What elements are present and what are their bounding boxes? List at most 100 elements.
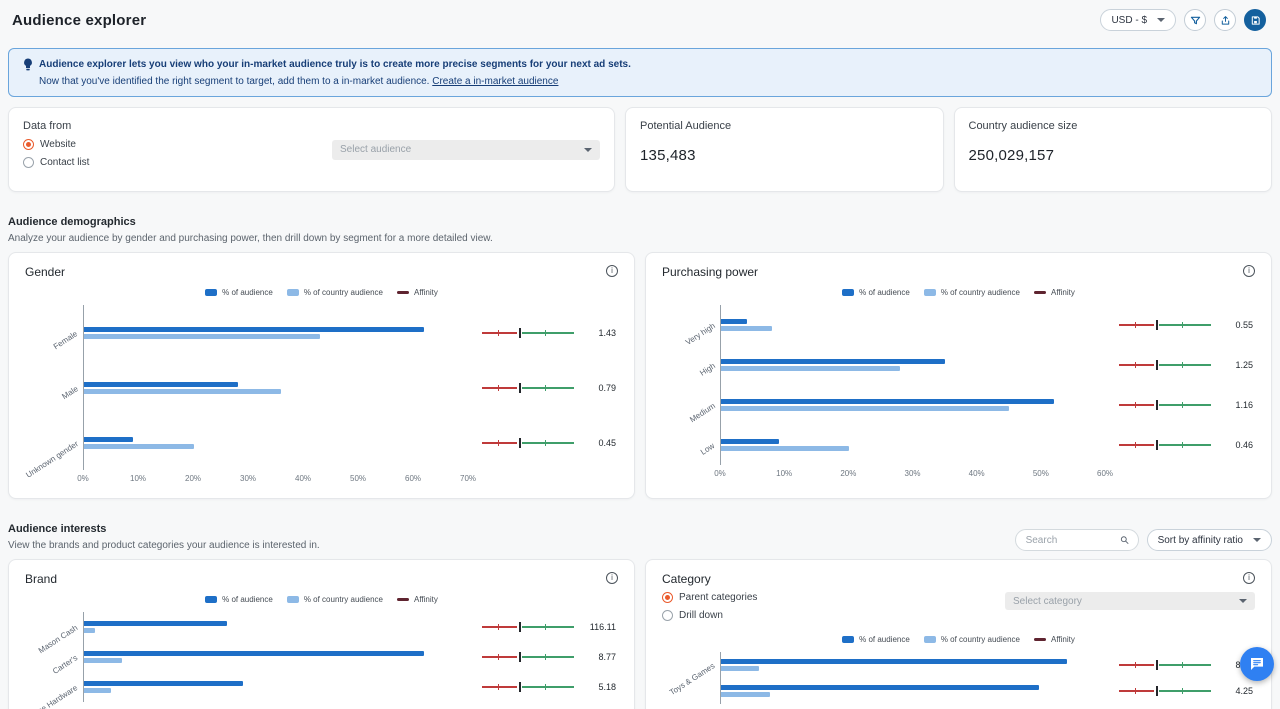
country-swatch — [287, 289, 299, 296]
export-button[interactable] — [1214, 9, 1236, 31]
funnel-icon — [1190, 15, 1201, 26]
chart-legend: % of audience % of country audience Affi… — [25, 288, 618, 297]
affinity-marker — [482, 437, 574, 449]
category-label: Mason Cash — [25, 612, 83, 642]
sort-select[interactable]: Sort by affinity ratio — [1147, 529, 1272, 551]
category-label — [662, 678, 720, 704]
audience-bar — [84, 651, 424, 656]
affinity-value: 4.25 — [1219, 686, 1253, 696]
audience-select[interactable]: Select audience — [332, 140, 600, 160]
info-icon[interactable]: i — [606, 265, 618, 277]
affinity-marker — [482, 382, 574, 394]
radio-dot — [23, 139, 34, 150]
affinity-cell: 0.45 — [468, 415, 618, 470]
affinity-cell: 1.16 — [1105, 385, 1255, 425]
radio-dot — [23, 157, 34, 168]
audience-bar — [721, 319, 747, 324]
top-bar: Audience explorer USD - $ — [0, 0, 1280, 40]
category-label: Medium — [662, 385, 720, 425]
country-bar — [721, 406, 1009, 411]
radio-website[interactable]: Website — [23, 139, 89, 150]
country-bar — [84, 334, 320, 339]
save-icon — [1250, 15, 1261, 26]
chevron-down-icon — [1253, 538, 1261, 546]
demographics-charts-row: Gender i % of audience % of country audi… — [8, 252, 1272, 499]
chevron-down-icon — [1239, 599, 1247, 607]
category-label: Very high — [662, 305, 720, 345]
chart-title: Purchasing power — [662, 265, 758, 279]
interests-charts-row: Brand i % of audience % of country audie… — [8, 559, 1272, 709]
chart-title: Gender — [25, 265, 65, 279]
purchasing-power-chart: Very high0.55High1.25Medium1.16Low0.460%… — [662, 305, 1255, 481]
country-bar — [721, 366, 900, 371]
stat-label: Country audience size — [969, 120, 1258, 132]
radio-drill-down[interactable]: Drill down — [662, 610, 757, 621]
bar-group — [720, 425, 1105, 465]
affinity-cell: 0.55 — [1105, 305, 1255, 345]
country-bar — [721, 666, 759, 671]
country-bar — [721, 692, 770, 697]
affinity-value: 0.79 — [582, 383, 616, 393]
summary-cards-row: Data from Website Contact list Select au… — [8, 107, 1272, 192]
audience-bar — [84, 327, 424, 332]
search-input[interactable] — [1026, 535, 1121, 546]
category-controls: Parent categories Drill down Select cate… — [662, 590, 1255, 621]
affinity-marker — [1119, 685, 1211, 697]
audience-bar — [84, 681, 243, 686]
category-label: Unknown gender — [25, 415, 83, 470]
affinity-cell: 8.77 — [1105, 652, 1255, 678]
bar-group — [720, 678, 1105, 704]
bar-group — [720, 345, 1105, 385]
category-select[interactable]: Select category — [1005, 592, 1255, 610]
bar-group — [83, 612, 468, 642]
interests-controls: Sort by affinity ratio — [1015, 529, 1272, 551]
bar-group — [83, 360, 468, 415]
chart-legend: % of audience % of country audience Affi… — [25, 595, 618, 604]
category-label: Ace Hardware — [25, 672, 83, 702]
category-card: Category i Parent categories Drill down … — [645, 559, 1272, 709]
affinity-swatch — [397, 598, 409, 601]
radio-parent-categories[interactable]: Parent categories — [662, 592, 757, 603]
country-bar — [84, 444, 194, 449]
x-axis-ticks: 0%10%20%30%40%50%60% — [720, 465, 1105, 481]
affinity-marker — [482, 327, 574, 339]
chart-title: Brand — [25, 572, 57, 586]
audience-swatch — [842, 636, 854, 643]
affinity-marker — [1119, 399, 1211, 411]
info-icon[interactable]: i — [606, 572, 618, 584]
affinity-marker — [482, 681, 574, 693]
audience-swatch — [205, 596, 217, 603]
country-bar — [84, 389, 281, 394]
lightbulb-icon — [23, 58, 33, 71]
country-bar — [721, 446, 849, 451]
filter-button[interactable] — [1184, 9, 1206, 31]
chart-legend: % of audience % of country audience Affi… — [662, 635, 1255, 644]
affinity-marker — [1119, 659, 1211, 671]
affinity-cell: 8.77 — [468, 642, 618, 672]
stat-value: 135,483 — [640, 147, 929, 164]
affinity-marker — [482, 651, 574, 663]
save-button[interactable] — [1244, 9, 1266, 31]
share-icon — [1220, 15, 1231, 26]
info-icon[interactable]: i — [1243, 572, 1255, 584]
affinity-value: 0.55 — [1219, 320, 1253, 330]
affinity-cell: 0.46 — [1105, 425, 1255, 465]
currency-select[interactable]: USD - $ — [1100, 9, 1176, 31]
affinity-marker — [1119, 359, 1211, 371]
info-icon[interactable]: i — [1243, 265, 1255, 277]
chat-icon — [1249, 656, 1265, 672]
audience-bar — [721, 685, 1039, 690]
audience-bar — [721, 659, 1067, 664]
x-axis-ticks: 0%10%20%30%40%50%60%70% — [83, 470, 468, 486]
category-label: High — [662, 345, 720, 385]
radio-contact-list[interactable]: Contact list — [23, 157, 89, 168]
section-subtitle: Analyze your audience by gender and purc… — [8, 233, 493, 244]
category-label: Male — [25, 360, 83, 415]
create-audience-link[interactable]: Create a in-market audience — [432, 76, 558, 87]
chat-button[interactable] — [1240, 647, 1274, 681]
affinity-value: 8.77 — [582, 652, 616, 662]
bar-group — [83, 672, 468, 702]
affinity-marker — [482, 621, 574, 633]
country-swatch — [287, 596, 299, 603]
affinity-swatch — [1034, 291, 1046, 294]
